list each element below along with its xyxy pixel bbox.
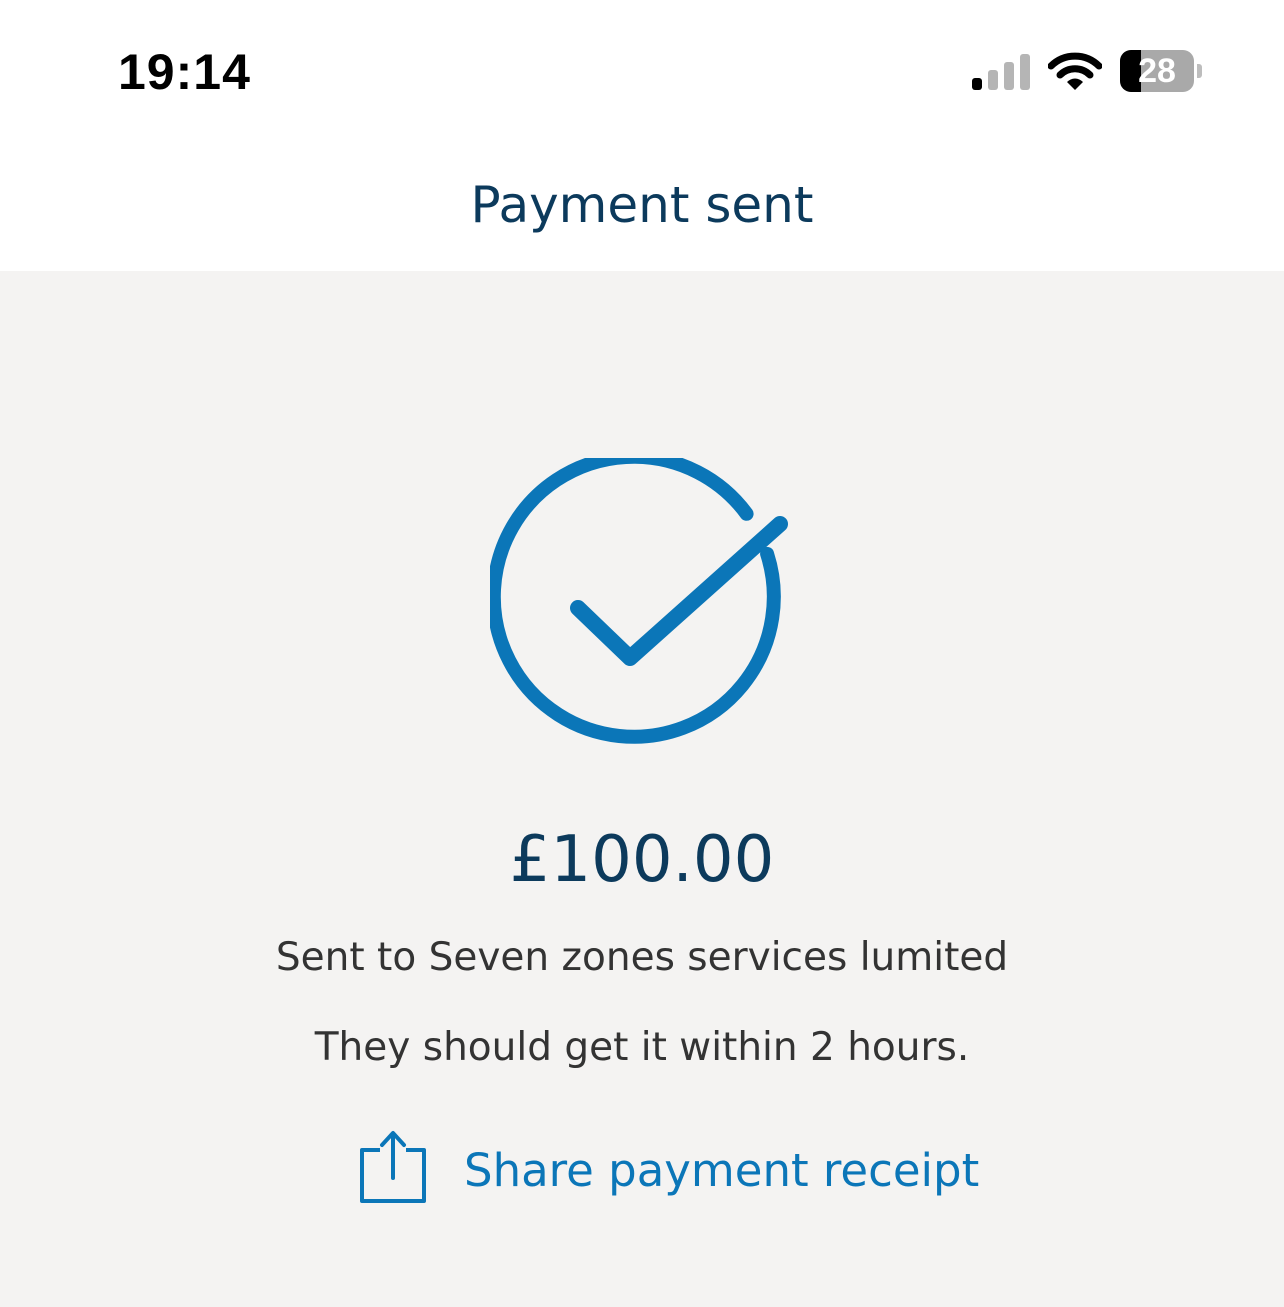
recipient-text: Sent to Seven zones services lumited — [275, 935, 1009, 980]
signal-bar — [972, 78, 982, 90]
cellular-signal-icon — [972, 54, 1032, 90]
status-time: 19:14 — [118, 44, 251, 100]
battery-icon: 28 — [1120, 50, 1194, 92]
payment-amount: £100.00 — [509, 823, 775, 897]
battery-level-text: 28 — [1138, 52, 1176, 90]
signal-bar — [1004, 62, 1014, 90]
wifi-icon — [1047, 52, 1103, 92]
signal-bar — [988, 70, 998, 90]
battery-indicator: 28 — [1120, 50, 1204, 94]
delivery-eta-text: They should get it within 2 hours. — [314, 1025, 970, 1070]
check-circle-icon — [486, 449, 794, 762]
page-title: Payment sent — [470, 176, 814, 234]
signal-bar — [1020, 54, 1030, 90]
share-receipt-label: Share payment receipt — [464, 1144, 980, 1197]
top-header-area: 19:14 28 Payment sent — [0, 0, 1284, 271]
battery-cap — [1197, 64, 1202, 78]
share-icon — [356, 1128, 430, 1206]
